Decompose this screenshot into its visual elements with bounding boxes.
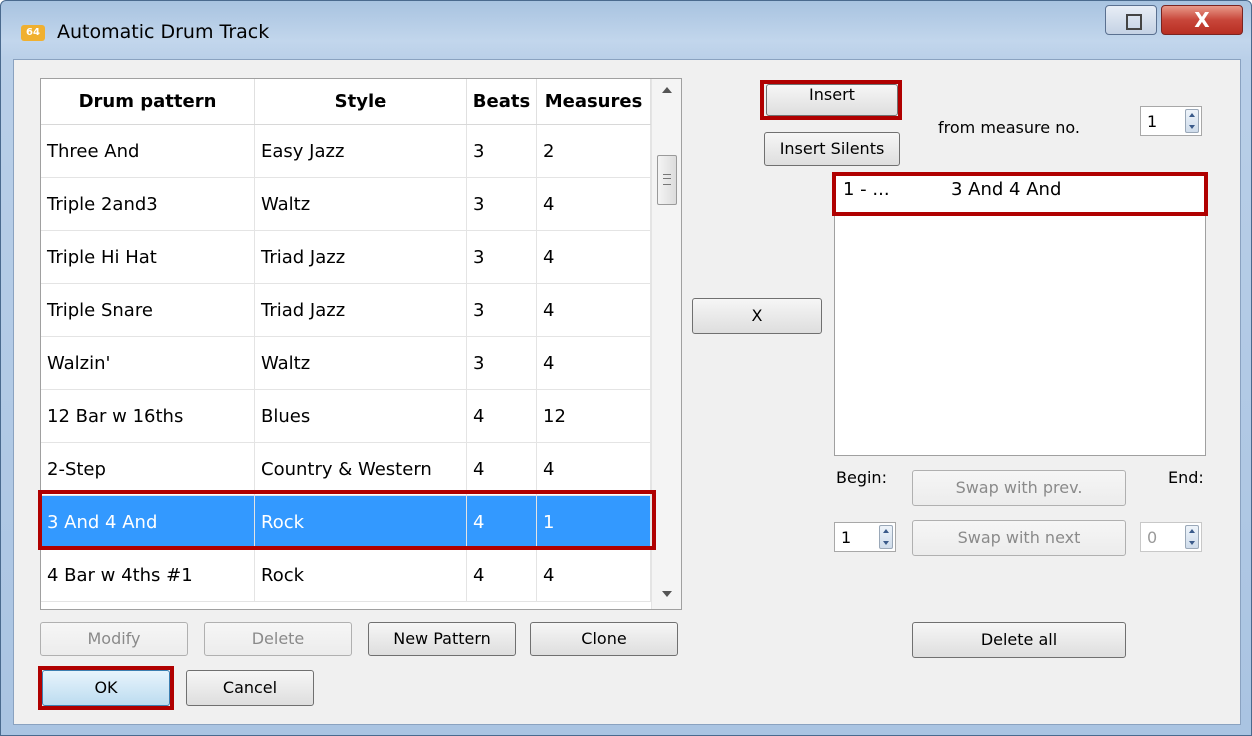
spinner-arrows-icon[interactable] [1185, 109, 1199, 133]
from-measure-spinner[interactable]: 1 [1140, 106, 1202, 136]
end-value: 0 [1147, 528, 1158, 547]
remove-button[interactable]: X [692, 298, 822, 334]
cell-style: Easy Jazz [255, 125, 467, 177]
cell-style: Country & Western [255, 443, 467, 495]
cell-beats: 3 [467, 231, 537, 283]
restore-button[interactable] [1105, 5, 1157, 35]
cell-pattern: Triple Snare [41, 284, 255, 336]
scroll-down-arrow-icon[interactable] [662, 591, 672, 597]
cell-pattern: 4 Bar w 4ths #1 [41, 549, 255, 601]
new-pattern-button[interactable]: New Pattern [368, 622, 516, 656]
close-button[interactable]: X [1161, 5, 1243, 35]
cell-pattern: 12 Bar w 16ths [41, 390, 255, 442]
table-row[interactable]: Triple Hi Hat Triad Jazz 3 4 [41, 231, 651, 284]
cell-pattern: Three And [41, 125, 255, 177]
cell-style: Waltz [255, 178, 467, 230]
title-bar: 64 Automatic Drum Track X [1, 1, 1251, 59]
cell-measures: 2 [537, 125, 651, 177]
selected-row-highlight [38, 490, 656, 550]
cell-pattern: Walzin' [41, 337, 255, 389]
cell-measures: 4 [537, 231, 651, 283]
dialog-content: Drum pattern Style Beats Measures Three … [13, 59, 1241, 725]
cell-beats: 4 [467, 549, 537, 601]
cell-measures: 4 [537, 284, 651, 336]
begin-label: Begin: [836, 468, 887, 487]
track-item-highlight [832, 172, 1208, 216]
cell-pattern: Triple 2and3 [41, 178, 255, 230]
cell-style: Triad Jazz [255, 231, 467, 283]
ok-button-highlight [38, 666, 174, 710]
table-row[interactable]: Triple 2and3 Waltz 3 4 [41, 178, 651, 231]
table-row[interactable]: 12 Bar w 16ths Blues 4 12 [41, 390, 651, 443]
table-row[interactable]: 2-Step Country & Western 4 4 [41, 443, 651, 496]
column-header-beats[interactable]: Beats [467, 79, 537, 124]
cell-measures: 4 [537, 549, 651, 601]
from-measure-value: 1 [1147, 112, 1158, 131]
track-list[interactable]: 1 - ... 3 And 4 And [834, 174, 1206, 456]
end-label: End: [1168, 468, 1204, 487]
insert-button-highlight [760, 80, 902, 120]
cell-style: Waltz [255, 337, 467, 389]
cell-style: Blues [255, 390, 467, 442]
cell-measures: 4 [537, 337, 651, 389]
swap-next-button[interactable]: Swap with next [912, 520, 1126, 556]
cell-measures: 4 [537, 443, 651, 495]
cell-beats: 3 [467, 337, 537, 389]
end-spinner[interactable]: 0 [1140, 522, 1202, 552]
from-measure-label: from measure no. [938, 118, 1080, 137]
clone-button[interactable]: Clone [530, 622, 678, 656]
dialog-window: 64 Automatic Drum Track X Drum pattern S… [0, 0, 1252, 736]
delete-button[interactable]: Delete [204, 622, 352, 656]
table-header: Drum pattern Style Beats Measures [41, 79, 651, 125]
table-row[interactable]: Triple Snare Triad Jazz 3 4 [41, 284, 651, 337]
column-header-drum-pattern[interactable]: Drum pattern [41, 79, 255, 124]
begin-spinner[interactable]: 1 [834, 522, 896, 552]
cell-style: Rock [255, 549, 467, 601]
cell-style: Triad Jazz [255, 284, 467, 336]
cell-beats: 3 [467, 284, 537, 336]
modify-button[interactable]: Modify [40, 622, 188, 656]
scroll-thumb[interactable] [657, 155, 677, 205]
cancel-button[interactable]: Cancel [186, 670, 314, 706]
cell-beats: 4 [467, 390, 537, 442]
cell-measures: 12 [537, 390, 651, 442]
table-row[interactable]: Walzin' Waltz 3 4 [41, 337, 651, 390]
begin-value: 1 [841, 528, 852, 547]
table-row[interactable]: 4 Bar w 4ths #1 Rock 4 4 [41, 549, 651, 602]
delete-all-button[interactable]: Delete all [912, 622, 1126, 658]
swap-prev-button[interactable]: Swap with prev. [912, 470, 1126, 506]
spinner-arrows-icon[interactable] [1185, 525, 1199, 549]
window-title: Automatic Drum Track [57, 21, 270, 43]
app-icon: 64 [21, 25, 45, 41]
table-row[interactable]: Three And Easy Jazz 3 2 [41, 125, 651, 178]
cell-pattern: Triple Hi Hat [41, 231, 255, 283]
insert-silents-button[interactable]: Insert Silents [764, 132, 900, 166]
spinner-arrows-icon[interactable] [879, 525, 893, 549]
cell-beats: 3 [467, 125, 537, 177]
cell-measures: 4 [537, 178, 651, 230]
cell-beats: 3 [467, 178, 537, 230]
scroll-up-arrow-icon[interactable] [662, 87, 672, 93]
column-header-measures[interactable]: Measures [537, 79, 651, 124]
column-header-style[interactable]: Style [255, 79, 467, 124]
cell-pattern: 2-Step [41, 443, 255, 495]
cell-beats: 4 [467, 443, 537, 495]
